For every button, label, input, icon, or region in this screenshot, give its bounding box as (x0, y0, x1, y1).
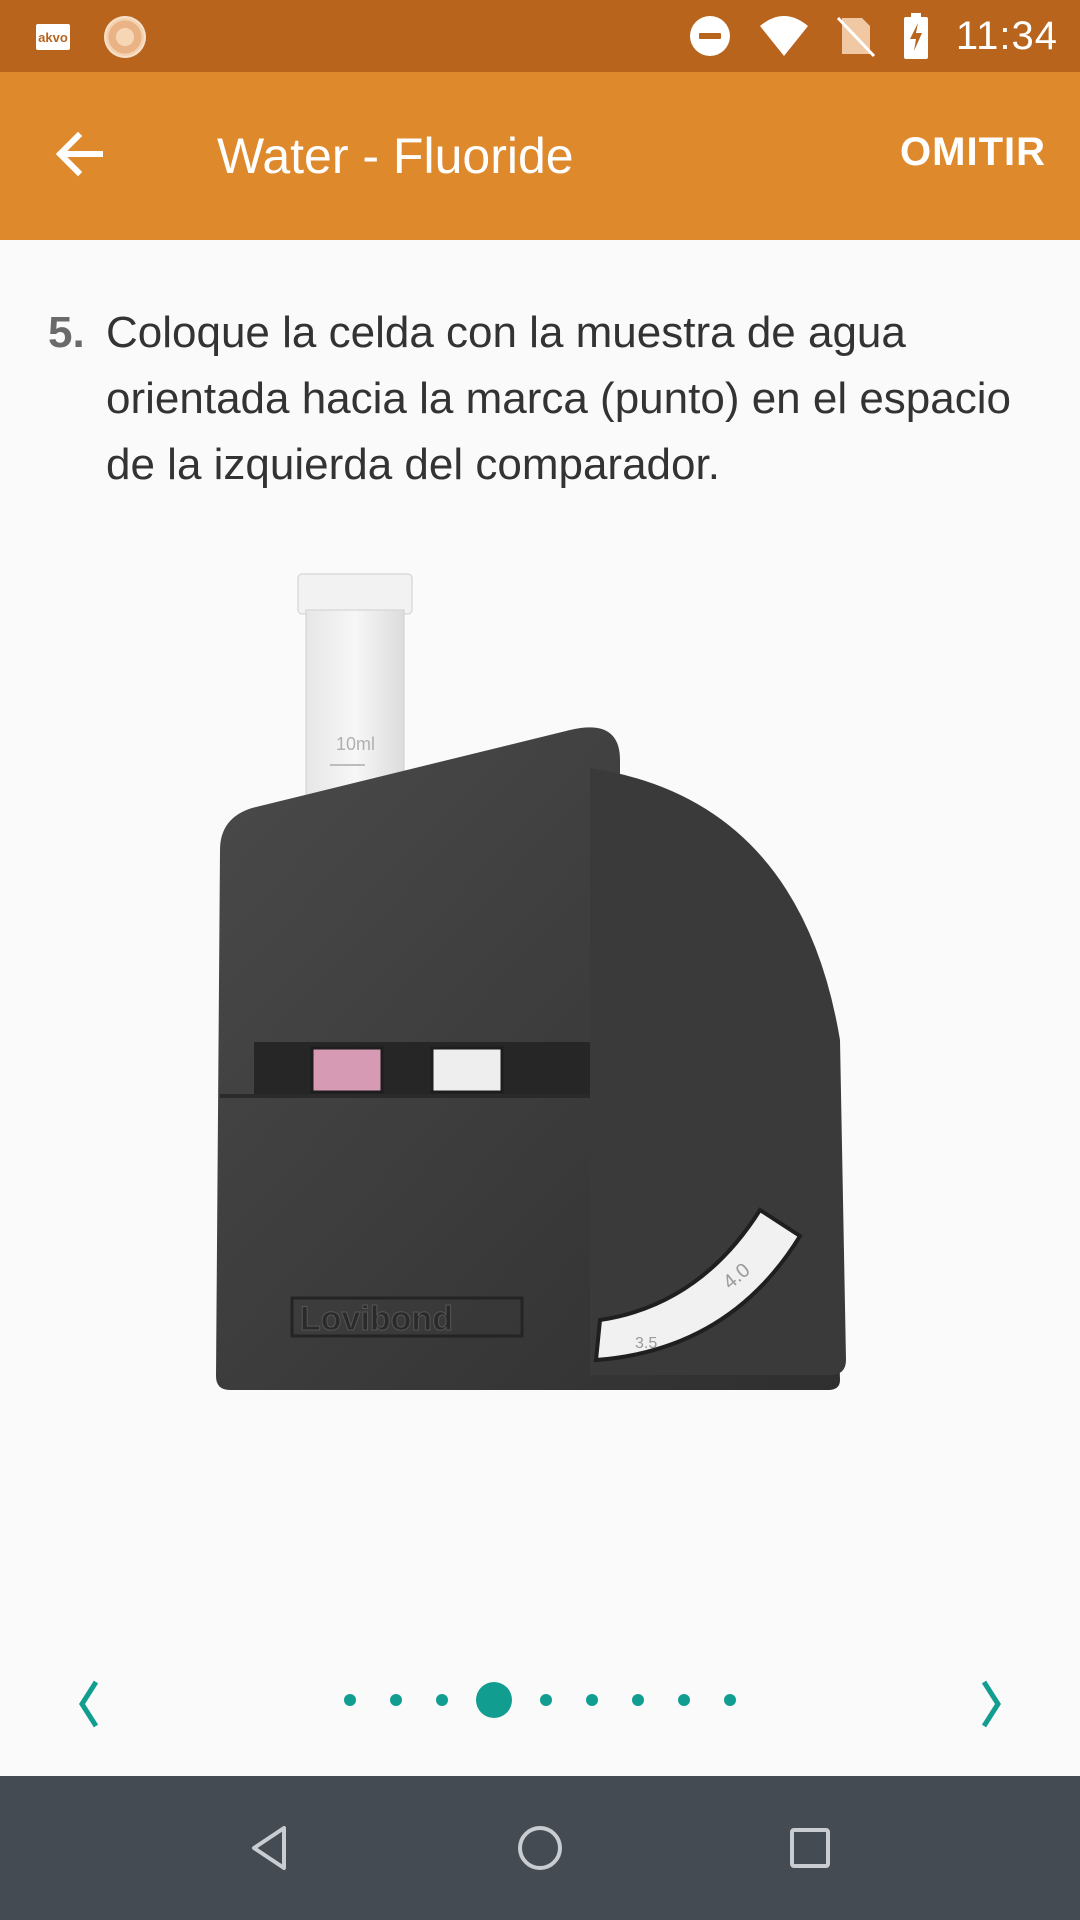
brand-text: Lovibond (300, 1300, 453, 1338)
status-time: 11:34 (955, 13, 1058, 58)
page-title: Water - Fluoride (217, 128, 574, 184)
akvo-app-icon: akvo (36, 24, 70, 50)
page-dot[interactable] (632, 1694, 644, 1706)
chevron-right-icon (960, 1680, 1020, 1738)
status-bar: akvo 11:34 (0, 0, 1080, 72)
navigation-bar (0, 1776, 1080, 1920)
page-dot-active[interactable] (476, 1682, 512, 1718)
back-button[interactable] (50, 124, 120, 184)
sun-app-icon (104, 16, 146, 58)
nav-home-icon (510, 1826, 570, 1882)
step-number: 5. (48, 308, 85, 357)
nav-recents-icon (780, 1828, 840, 1882)
scale-value-low: 3.5 (635, 1335, 657, 1352)
nav-back-icon (240, 1826, 300, 1882)
page-dot[interactable] (344, 1694, 356, 1706)
page-dot[interactable] (678, 1694, 690, 1706)
screen: akvo 11:34 Water - Fluoride OMITIR 5. Co… (0, 0, 1080, 1920)
comparator-illustration: 10ml Lovibond 3.5 4.0 (200, 560, 880, 1400)
page-dot[interactable] (586, 1694, 598, 1706)
sample-cell: 10ml (297, 573, 413, 801)
page-dot[interactable] (436, 1694, 448, 1706)
page-indicator (0, 1660, 1080, 1740)
wifi-icon (758, 14, 810, 58)
arrow-left-icon (50, 131, 110, 188)
nav-recents-button[interactable] (780, 1818, 840, 1878)
next-button[interactable] (960, 1674, 1020, 1734)
nav-back-button[interactable] (240, 1818, 300, 1878)
step-text: Coloque la celda con la muestra de agua … (106, 308, 1011, 489)
page-dot[interactable] (540, 1694, 552, 1706)
page-dot[interactable] (390, 1694, 402, 1706)
pager (0, 1660, 1080, 1740)
nav-home-button[interactable] (510, 1818, 570, 1878)
reference-window (430, 1046, 504, 1094)
skip-button[interactable]: OMITIR (900, 130, 1046, 175)
do-not-disturb-icon (688, 14, 732, 58)
app-bar: Water - Fluoride OMITIR (0, 72, 1080, 240)
battery-charging-icon (902, 13, 930, 59)
cell-volume-label: 10ml (336, 734, 375, 754)
comparator-body: Lovibond 3.5 4.0 (216, 727, 846, 1390)
sample-window (310, 1046, 384, 1094)
page-dot[interactable] (724, 1694, 736, 1706)
no-sim-icon (836, 14, 876, 58)
